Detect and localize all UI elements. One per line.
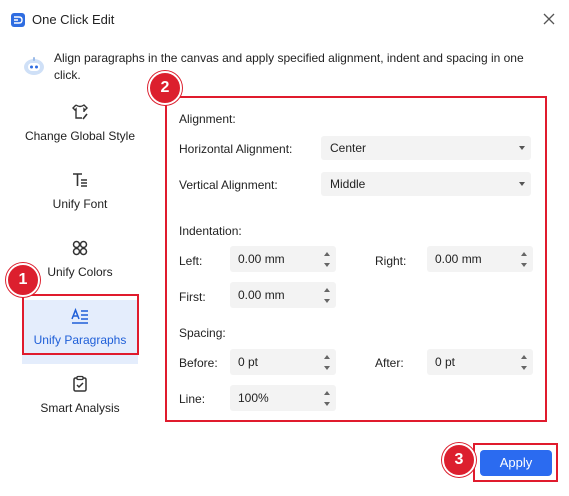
sidebar-item-label: Change Global Style [24, 129, 136, 143]
callout-badge-1: 1 [6, 263, 40, 297]
line-spacing-stepper[interactable]: 100% [230, 385, 336, 411]
increment-arrow-icon[interactable] [323, 389, 331, 397]
decrement-arrow-icon[interactable] [323, 364, 331, 372]
sidebar-item-change-global-style[interactable]: Change Global Style [10, 96, 150, 160]
description-text: Align paragraphs in the canvas and apply… [54, 51, 524, 82]
spacing-before-value: 0 pt [238, 355, 259, 369]
horizontal-alignment-value: Center [330, 141, 367, 155]
spacing-after-label: After: [375, 356, 404, 370]
increment-arrow-icon[interactable] [520, 353, 528, 361]
line-spacing-value: 100% [238, 391, 269, 405]
color-palette-icon [70, 238, 90, 258]
indent-left-value: 0.00 mm [238, 252, 285, 266]
sidebar-item-label: Unify Font [52, 197, 108, 211]
indent-left-label: Left: [179, 254, 203, 268]
decrement-arrow-icon[interactable] [323, 400, 331, 408]
spacing-after-stepper[interactable]: 0 pt [427, 349, 533, 375]
indent-first-value: 0.00 mm [238, 288, 285, 302]
increment-arrow-icon[interactable] [323, 286, 331, 294]
increment-arrow-icon[interactable] [323, 353, 331, 361]
clipboard-check-icon [70, 374, 90, 394]
indent-left-stepper[interactable]: 0.00 mm [230, 246, 336, 272]
increment-arrow-icon[interactable] [520, 250, 528, 258]
decrement-arrow-icon[interactable] [323, 297, 331, 305]
line-spacing-label: Line: [179, 392, 206, 406]
sidebar-item-label: Smart Analysis [40, 401, 120, 415]
vertical-alignment-label: Vertical Alignment: [179, 178, 278, 192]
spacing-before-label: Before: [179, 356, 218, 370]
robot-assistant-icon [22, 56, 46, 76]
indent-right-stepper[interactable]: 0.00 mm [427, 246, 533, 272]
close-icon[interactable] [538, 8, 560, 30]
decrement-arrow-icon[interactable] [520, 364, 528, 372]
decrement-arrow-icon[interactable] [323, 261, 331, 269]
window-title: One Click Edit [32, 12, 115, 27]
spacing-after-value: 0 pt [435, 355, 456, 369]
spacing-heading: Spacing: [179, 326, 226, 340]
horizontal-alignment-select[interactable]: Center [321, 136, 531, 160]
title-bar: One Click Edit [0, 0, 569, 40]
indent-right-value: 0.00 mm [435, 252, 482, 266]
vertical-alignment-select[interactable]: Middle [321, 172, 531, 196]
indent-first-stepper[interactable]: 0.00 mm [230, 282, 336, 308]
sidebar-item-unify-font[interactable]: Unify Font [10, 164, 150, 228]
paragraph-settings-panel: Alignment: Horizontal Alignment: Center … [165, 96, 547, 422]
chevron-down-icon [519, 182, 525, 186]
indent-first-label: First: [179, 290, 206, 304]
increment-arrow-icon[interactable] [323, 250, 331, 258]
callout-badge-2: 2 [148, 71, 182, 105]
shirt-brush-icon [70, 102, 90, 122]
vertical-alignment-value: Middle [330, 177, 366, 191]
alignment-heading: Alignment: [179, 112, 236, 126]
spacing-before-stepper[interactable]: 0 pt [230, 349, 336, 375]
indent-right-label: Right: [375, 254, 407, 268]
apply-button[interactable]: Apply [480, 450, 552, 476]
horizontal-alignment-label: Horizontal Alignment: [179, 142, 293, 156]
sidebar-item-smart-analysis[interactable]: Smart Analysis [10, 368, 150, 432]
app-logo-icon [11, 13, 25, 27]
indentation-heading: Indentation: [179, 224, 242, 238]
chevron-down-icon [519, 146, 525, 150]
active-item-highlight [22, 294, 139, 355]
text-font-icon [70, 170, 90, 190]
decrement-arrow-icon[interactable] [520, 261, 528, 269]
callout-badge-3: 3 [442, 443, 476, 477]
